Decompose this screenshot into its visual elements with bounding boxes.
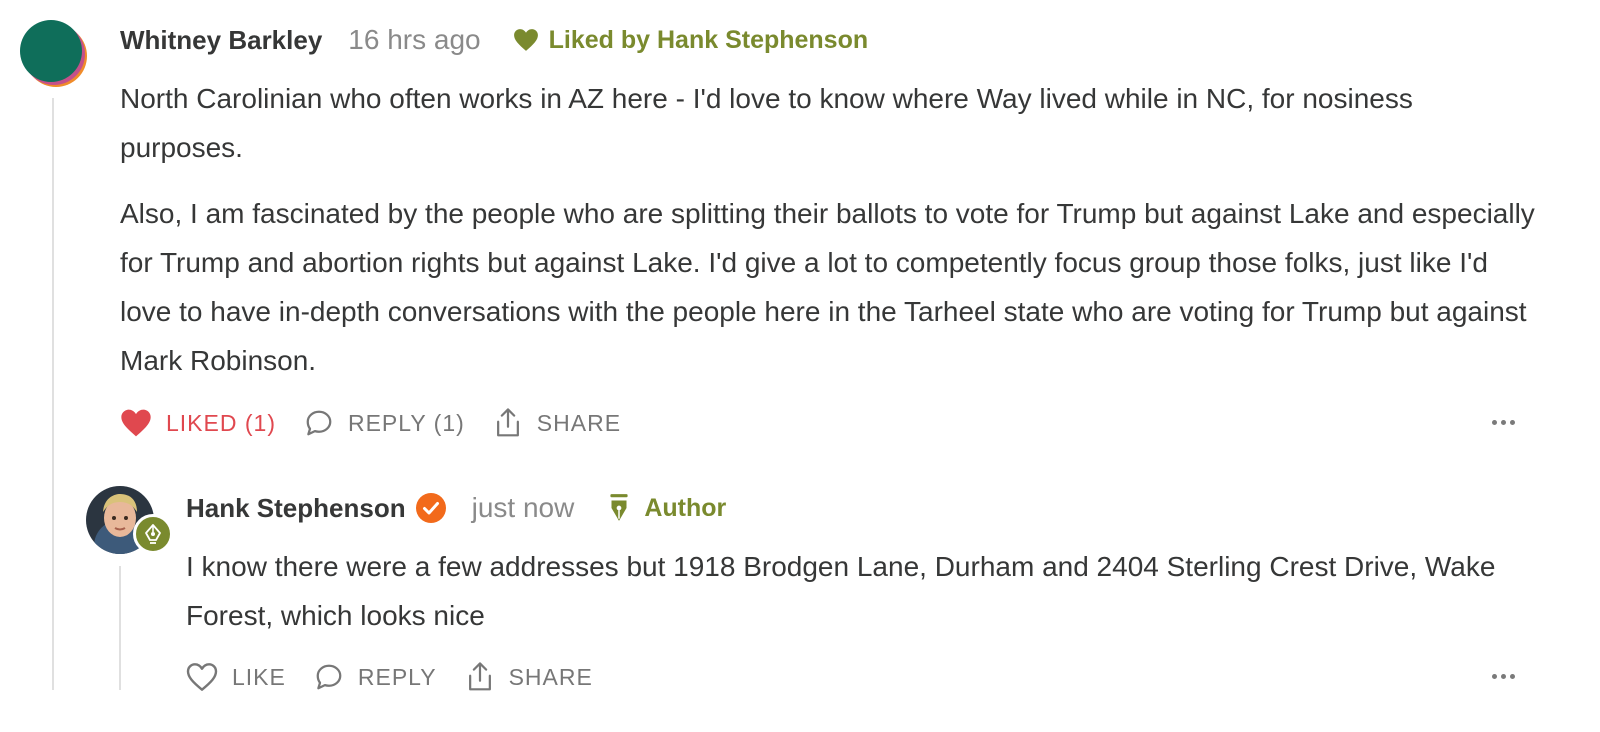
more-options-icon[interactable] <box>1492 674 1515 679</box>
reply-label: REPLY <box>357 663 437 690</box>
reply-body: I know there were a few addresses but 19… <box>186 542 1526 640</box>
share-label: SHARE <box>508 663 593 690</box>
like-button[interactable]: LIKED (1) <box>120 408 276 438</box>
share-label: SHARE <box>536 409 622 436</box>
reply-header: Hank Stephenson just now Author <box>186 488 726 528</box>
speech-bubble-icon <box>316 664 342 690</box>
share-icon <box>468 662 491 691</box>
reply-paragraph: I know there were a few addresses but 19… <box>186 551 1496 631</box>
comment-body: North Carolinian who often works in AZ h… <box>120 74 1540 385</box>
avatar[interactable] <box>18 18 87 87</box>
reply-thread-line <box>119 566 121 690</box>
author-badge: Author <box>608 493 726 523</box>
author-badge-label: Author <box>644 493 727 522</box>
comment-actions: LIKED (1) REPLY (1) SHARE <box>120 404 649 442</box>
heart-outline-icon <box>186 663 218 691</box>
reply-button[interactable]: REPLY (1) <box>304 408 465 438</box>
share-button[interactable]: SHARE <box>465 661 593 693</box>
heart-filled-icon <box>121 409 151 437</box>
like-label: LIKED (1) <box>166 409 276 436</box>
comment-paragraph: Also, I am fascinated by the people who … <box>120 198 1535 376</box>
reply-button[interactable]: REPLY <box>314 662 437 692</box>
liked-by-badge: Liked by Hank Stephenson <box>513 25 869 55</box>
like-button[interactable]: LIKE <box>186 662 286 692</box>
share-button[interactable]: SHARE <box>493 407 621 439</box>
heart-icon <box>513 29 538 51</box>
avatar-image <box>20 20 87 87</box>
more-options-icon[interactable] <box>1492 420 1515 425</box>
pen-nib-icon <box>145 524 161 544</box>
speech-bubble-icon <box>306 410 332 436</box>
comment-timestamp[interactable]: 16 hrs ago <box>348 24 480 56</box>
reply-label: REPLY (1) <box>347 409 465 436</box>
pen-nib-icon <box>610 494 628 521</box>
reply-author-name[interactable]: Hank Stephenson <box>186 493 406 524</box>
reply-actions: LIKE REPLY SHARE <box>186 658 621 696</box>
verified-check-icon <box>415 493 446 523</box>
share-icon <box>496 408 519 437</box>
comment-header: Whitney Barkley 16 hrs ago Liked by Hank… <box>120 20 868 60</box>
author-pen-badge <box>133 514 173 554</box>
comment-author-name[interactable]: Whitney Barkley <box>120 25 322 56</box>
reply-timestamp[interactable]: just now <box>472 492 575 524</box>
like-label: LIKE <box>232 663 286 690</box>
liked-by-text: Liked by Hank Stephenson <box>548 25 869 54</box>
comment-thread-line <box>52 98 54 690</box>
comment-paragraph: North Carolinian who often works in AZ h… <box>120 83 1413 163</box>
